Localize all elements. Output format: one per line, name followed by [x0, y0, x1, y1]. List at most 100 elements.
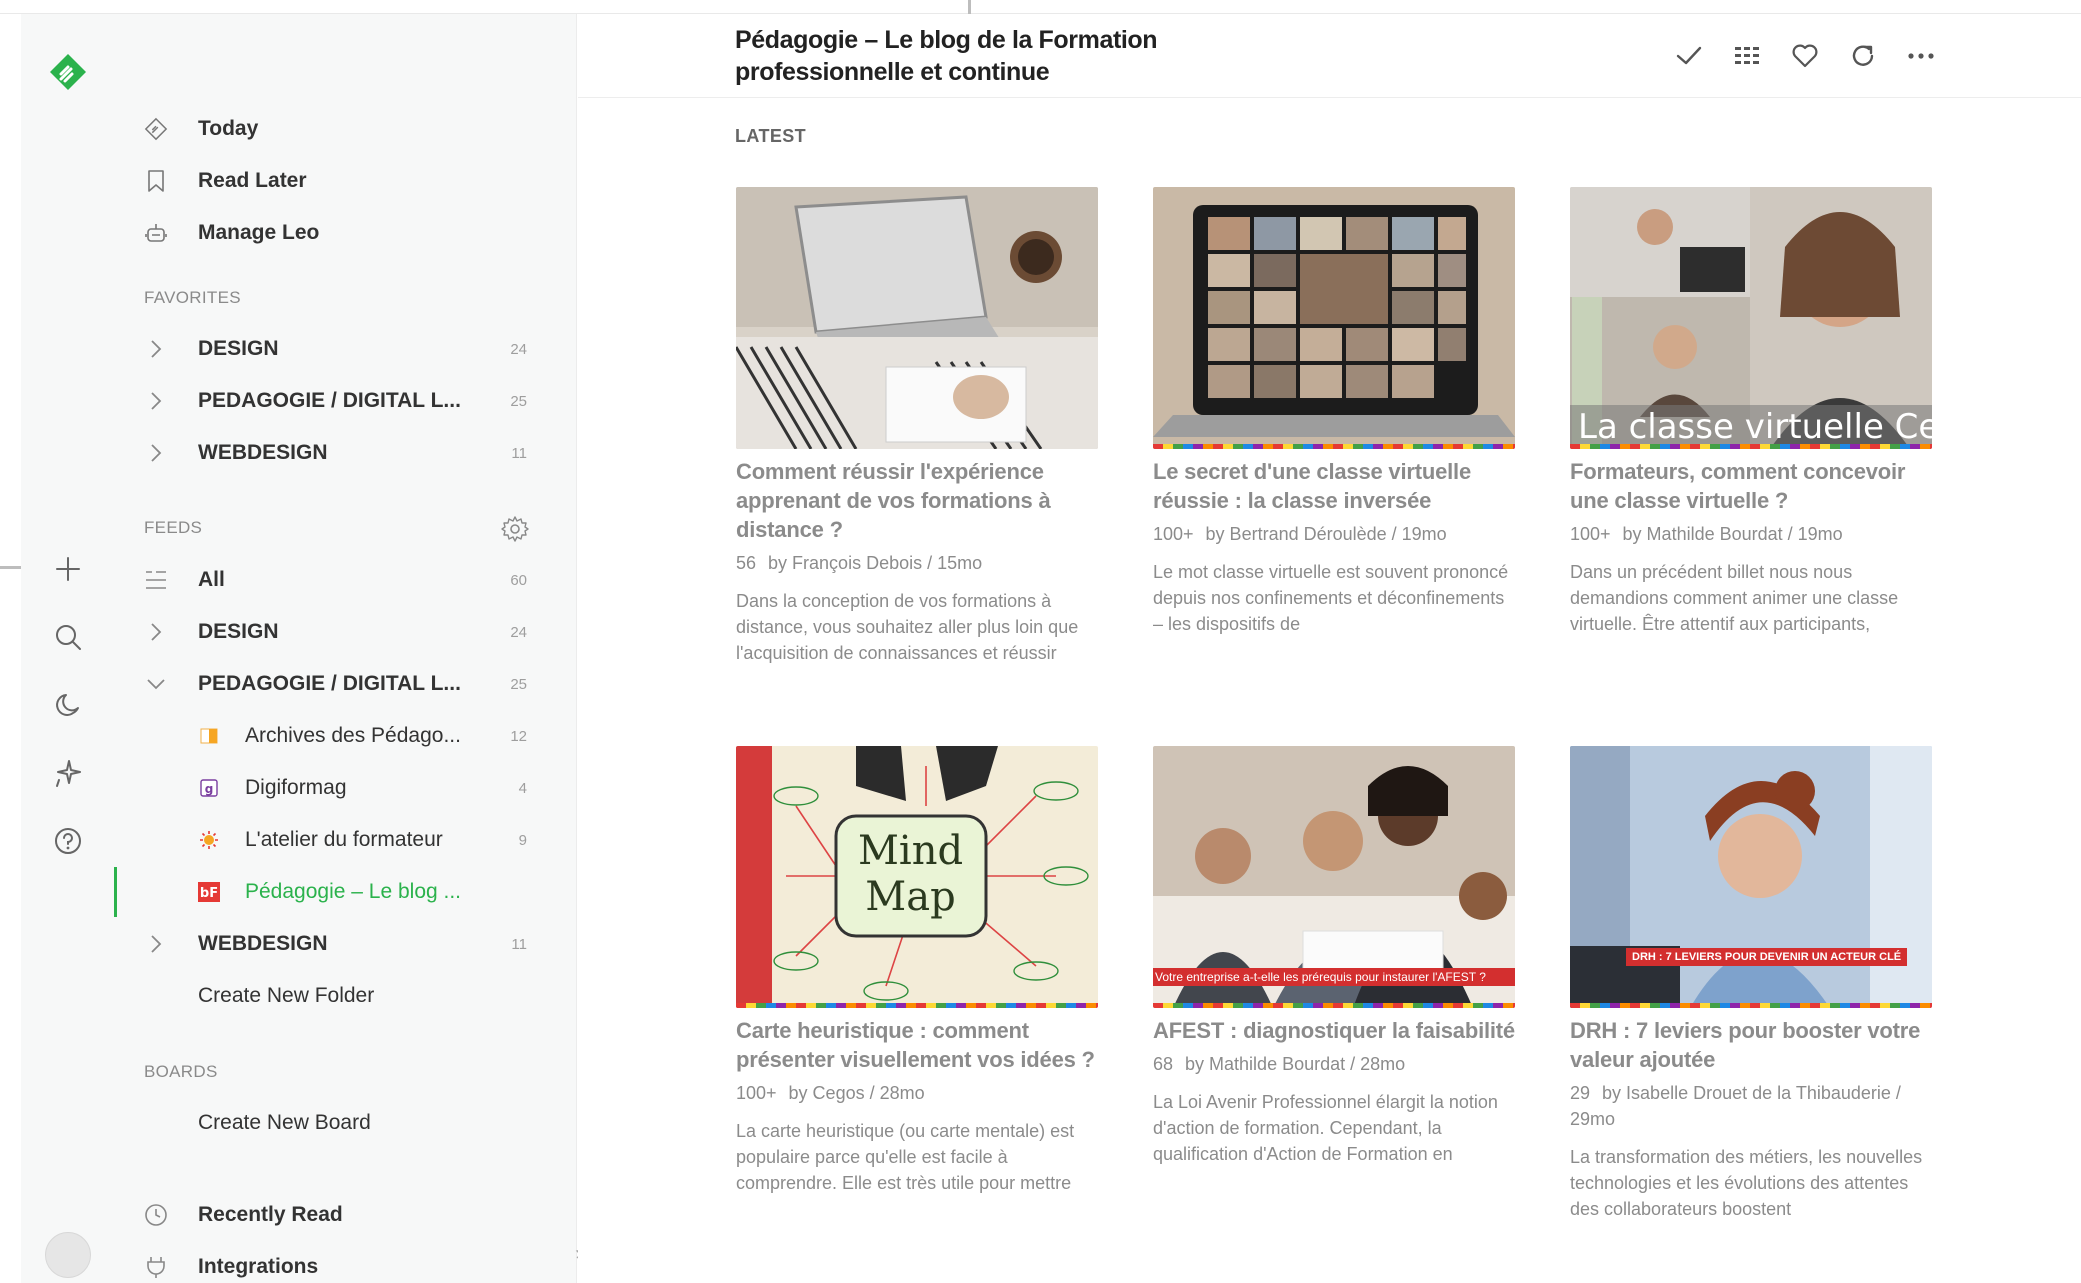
feeds-all-label: All	[198, 568, 225, 591]
help-icon[interactable]	[49, 822, 87, 860]
article-title[interactable]: Comment réussir l'expérience apprenant d…	[736, 457, 1098, 544]
article-title[interactable]: Carte heuristique : comment présenter vi…	[736, 1016, 1098, 1074]
thumbnail-color-strip	[1570, 444, 1932, 449]
unread-count: 60	[510, 571, 527, 589]
sun-favicon-icon	[198, 829, 220, 851]
article-thumbnail[interactable]: DRH : 7 LEVIERS POUR DEVENIR UN ACTEUR C…	[1570, 746, 1932, 1008]
article-card[interactable]: La classe virtuelle Cegos Formateurs, co…	[1570, 187, 1932, 637]
svg-text:g: g	[205, 782, 214, 796]
feeds-settings-gear-icon[interactable]	[500, 514, 530, 544]
favorites-header: FAVORITES	[144, 288, 241, 307]
article-thumbnail[interactable]: Votre entreprise a-t-elle les prérequis …	[1153, 746, 1515, 1008]
nav-today-label: Today	[198, 117, 259, 140]
nav-recently-read[interactable]: Recently Read	[114, 1190, 577, 1240]
unread-count: 25	[510, 675, 527, 693]
favorite-pedagogie[interactable]: PEDAGOGIE / DIGITAL L... 25	[114, 376, 577, 426]
window-backdrop-left	[0, 14, 21, 1283]
engagement-count: 100+	[736, 1083, 777, 1103]
chevron-right-icon[interactable]	[144, 337, 168, 361]
feedly-logo-icon[interactable]	[46, 50, 90, 94]
chevron-right-icon[interactable]	[144, 389, 168, 413]
layout-grid-icon[interactable]	[1729, 38, 1765, 74]
feed-folder-pedagogie-label: PEDAGOGIE / DIGITAL L...	[198, 672, 461, 695]
article-card[interactable]: Mind Map Carte heuristique : comment pré…	[736, 746, 1098, 1196]
feed-source-digiformag[interactable]: g Digiformag 4	[114, 763, 577, 813]
favorite-webdesign[interactable]: WEBDESIGN 11	[114, 428, 577, 478]
unread-count: 24	[510, 623, 527, 641]
blog-formation-favicon-icon: bF	[198, 881, 220, 903]
user-avatar[interactable]	[45, 1232, 91, 1278]
feed-source-archives[interactable]: Archives des Pédago... 12	[114, 711, 577, 761]
unread-count: 9	[518, 831, 527, 849]
thumbnail-color-strip	[1153, 1003, 1515, 1008]
sparkle-icon[interactable]	[49, 754, 87, 792]
add-content-icon[interactable]	[49, 550, 87, 588]
feeds-header: FEEDS	[144, 518, 203, 537]
article-thumbnail[interactable]	[1153, 187, 1515, 449]
feed-folder-webdesign[interactable]: WEBDESIGN 11	[114, 919, 577, 969]
article-title[interactable]: DRH : 7 leviers pour booster votre valeu…	[1570, 1016, 1932, 1074]
article-card[interactable]: Le secret d'une classe virtuelle réussie…	[1153, 187, 1515, 637]
article-byline: by Mathilde Bourdat / 28mo	[1185, 1054, 1406, 1074]
engagement-count: 68	[1153, 1054, 1174, 1074]
plug-icon	[144, 1255, 168, 1279]
chevron-right-icon[interactable]	[144, 441, 168, 465]
search-icon[interactable]	[49, 618, 87, 656]
window-backdrop-divider-left	[0, 566, 22, 569]
mark-as-read-check-icon[interactable]	[1671, 38, 1707, 74]
unread-count: 11	[511, 935, 527, 953]
article-thumbnail[interactable]: La classe virtuelle Cegos	[1570, 187, 1932, 449]
feed-folder-webdesign-label: WEBDESIGN	[198, 932, 328, 955]
article-title[interactable]: Le secret d'une classe virtuelle réussie…	[1153, 457, 1515, 515]
article-card[interactable]: Votre entreprise a-t-elle les prérequis …	[1153, 746, 1515, 1167]
night-mode-moon-icon[interactable]	[49, 686, 87, 724]
chevron-down-icon[interactable]	[144, 672, 168, 696]
create-new-folder[interactable]: Create New Folder	[114, 971, 577, 1021]
article-thumbnail[interactable]	[736, 187, 1098, 449]
create-new-board[interactable]: Create New Board	[114, 1098, 577, 1148]
article-meta: 100+ by Cegos / 28mo	[736, 1080, 1098, 1106]
mindmap-title-text: Mind Map	[857, 828, 964, 920]
window-backdrop-divider	[968, 0, 971, 14]
feed-source-digiformag-label: Digiformag	[245, 776, 347, 799]
chevron-right-icon[interactable]	[144, 932, 168, 956]
article-card[interactable]: Comment réussir l'expérience apprenant d…	[736, 187, 1098, 666]
article-thumbnail[interactable]: Mind Map	[736, 746, 1098, 1008]
article-title[interactable]: AFEST : diagnostiquer la faisabilité	[1153, 1016, 1515, 1045]
favorite-design[interactable]: DESIGN 24	[114, 324, 577, 374]
feed-source-pedagogie-blog[interactable]: bF Pédagogie – Le blog ...	[114, 867, 577, 917]
boards-header: BOARDS	[144, 1062, 218, 1081]
thumbnail-badge-text: DRH : 7 LEVIERS POUR DEVENIR UN ACTEUR C…	[1626, 948, 1908, 966]
article-snippet: La carte heuristique (ou carte mentale) …	[736, 1121, 1075, 1193]
nav-integrations[interactable]: Integrations	[114, 1242, 577, 1283]
feed-title[interactable]: Pédagogie – Le blog de la Formation prof…	[735, 24, 1255, 88]
article-meta: 100+ by Mathilde Bourdat / 19mo	[1570, 521, 1932, 547]
feed-folder-pedagogie[interactable]: PEDAGOGIE / DIGITAL L... 25	[114, 659, 577, 709]
engagement-count: 29	[1570, 1083, 1591, 1103]
feed-source-atelier[interactable]: L'atelier du formateur 9	[114, 815, 577, 865]
nav-read-later-label: Read Later	[198, 169, 307, 192]
favorite-webdesign-label: WEBDESIGN	[198, 441, 328, 464]
favorite-pedagogie-label: PEDAGOGIE / DIGITAL L...	[198, 389, 461, 412]
nav-today[interactable]: Today	[114, 104, 577, 154]
article-byline: by Isabelle Drouet de la Thibauderie / 2…	[1570, 1083, 1901, 1129]
chevron-right-icon[interactable]	[144, 620, 168, 644]
icon-rail	[21, 14, 114, 1283]
favorite-heart-icon[interactable]	[1787, 38, 1823, 74]
refresh-icon[interactable]	[1845, 38, 1881, 74]
feed-folder-design[interactable]: DESIGN 24	[114, 607, 577, 657]
article-card[interactable]: DRH : 7 LEVIERS POUR DEVENIR UN ACTEUR C…	[1570, 746, 1932, 1222]
nav-read-later[interactable]: Read Later	[114, 156, 577, 206]
window-backdrop-top	[0, 0, 2081, 14]
article-snippet: Le mot classe virtuelle est souvent pron…	[1153, 562, 1509, 634]
article-byline: by Mathilde Bourdat / 19mo	[1622, 524, 1843, 544]
feed-header: Pédagogie – Le blog de la Formation prof…	[578, 14, 2081, 98]
create-new-folder-label: Create New Folder	[198, 984, 375, 1007]
thumbnail-banner-text: Votre entreprise a-t-elle les prérequis …	[1153, 968, 1515, 986]
article-title[interactable]: Formateurs, comment concevoir une classe…	[1570, 457, 1932, 515]
more-options-icon[interactable]	[1903, 38, 1939, 74]
nav-manage-leo[interactable]: Manage Leo	[114, 208, 577, 258]
thumbnail-overlay-caption: La classe virtuelle Cegos	[1570, 405, 1932, 449]
feeds-all[interactable]: All 60	[114, 555, 577, 605]
article-meta: 100+ by Bertrand Déroulède / 19mo	[1153, 521, 1515, 547]
